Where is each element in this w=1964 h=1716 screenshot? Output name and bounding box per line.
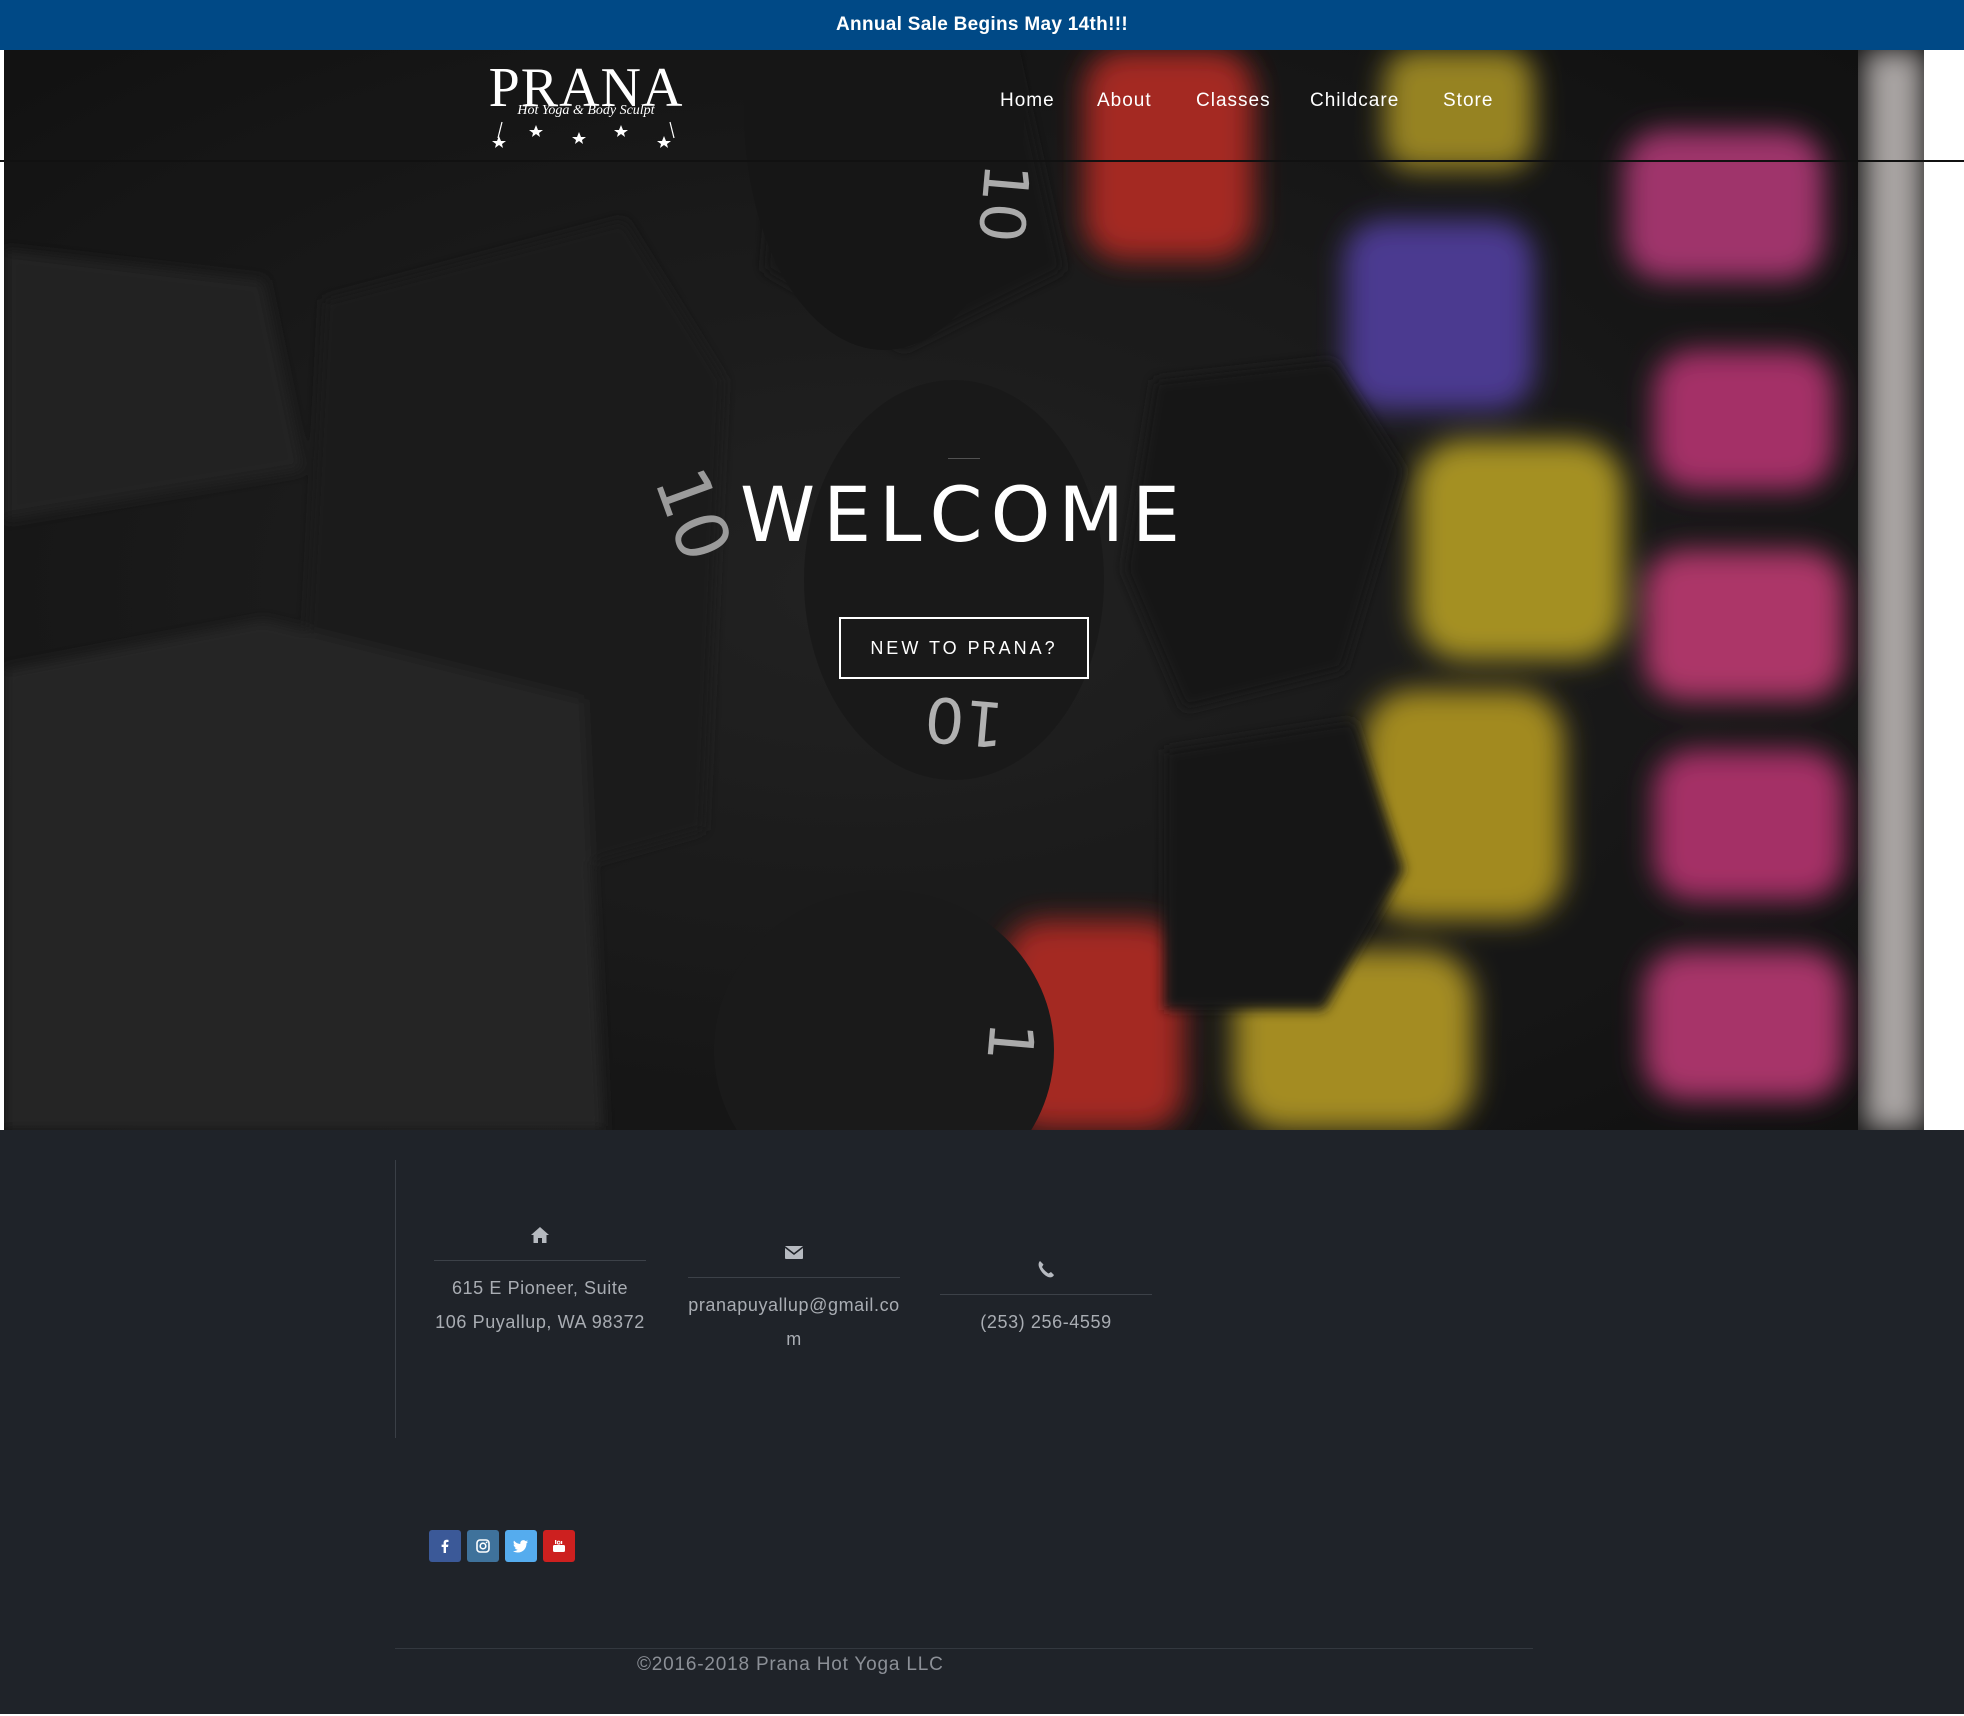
copyright-divider (395, 1648, 1533, 1649)
hero-heading: WELCOME (740, 470, 1188, 559)
main-nav: Home About Classes Childcare Store (0, 90, 1964, 122)
footer-vertical-divider (395, 1160, 396, 1438)
hero-overlay (4, 50, 1924, 1130)
new-to-prana-button[interactable]: NEW TO PRANA? (839, 617, 1089, 679)
new-to-prana-label: NEW TO PRANA? (870, 637, 1058, 658)
header-divider (0, 160, 1964, 162)
logo-stars-icon (492, 121, 675, 148)
nav-childcare[interactable]: Childcare (1310, 90, 1399, 112)
nav-store[interactable]: Store (1443, 90, 1493, 112)
instagram-icon[interactable] (467, 1530, 499, 1562)
contact-phone: (253) 256-4559 (940, 1258, 1152, 1339)
hero-small-divider (948, 458, 980, 459)
home-icon (531, 1227, 549, 1243)
nav-classes[interactable]: Classes (1196, 90, 1271, 112)
contact-address: 615 E Pioneer, Suite 106 Puyallup, WA 98… (434, 1224, 646, 1339)
contact-address-rule (434, 1260, 646, 1261)
contact-email: pranapuyallup@gmail.com (688, 1241, 900, 1356)
announcement-text[interactable]: Annual Sale Begins May 14th!!! (836, 14, 1128, 36)
envelope-icon (784, 1246, 804, 1259)
address-text: 615 E Pioneer, Suite 106 Puyallup, WA 98… (435, 1278, 645, 1332)
announcement-bar[interactable]: Annual Sale Begins May 14th!!! (0, 0, 1964, 50)
youtube-icon[interactable] (543, 1530, 575, 1562)
email-text[interactable]: pranapuyallup@gmail.com (688, 1288, 900, 1356)
nav-about[interactable]: About (1097, 90, 1152, 112)
facebook-icon[interactable] (429, 1530, 461, 1562)
footer: 615 E Pioneer, Suite 106 Puyallup, WA 98… (0, 1130, 1964, 1714)
social-links (429, 1530, 575, 1562)
nav-home[interactable]: Home (1000, 90, 1055, 112)
page-right-margin (1924, 50, 1964, 1130)
hero-section: 10 10 10 1 (4, 50, 1924, 1130)
phone-text[interactable]: (253) 256-4559 (940, 1305, 1152, 1339)
contact-phone-rule (940, 1294, 1152, 1295)
contact-email-rule (688, 1277, 900, 1278)
twitter-icon[interactable] (505, 1530, 537, 1562)
phone-icon (1038, 1261, 1054, 1278)
copyright-text: ©2016-2018 Prana Hot Yoga LLC (637, 1654, 944, 1675)
